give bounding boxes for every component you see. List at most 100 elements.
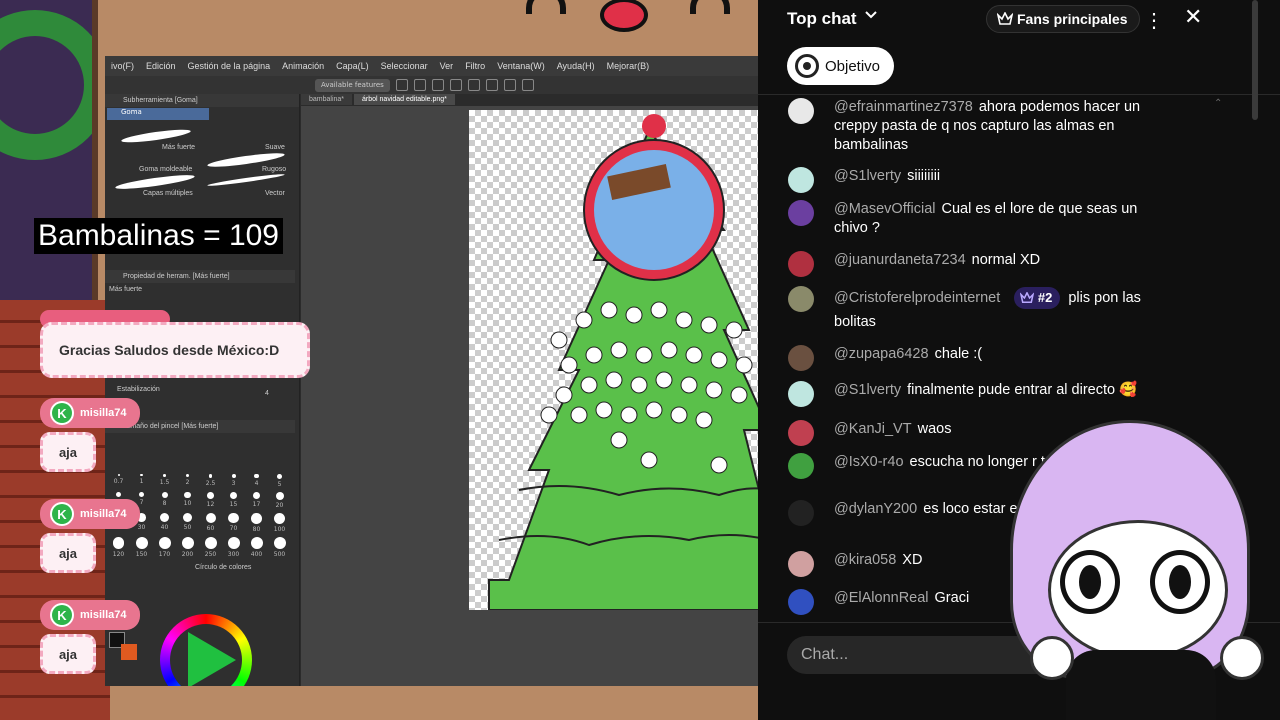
brush-size-value: 5 bbox=[277, 480, 282, 488]
menu-view[interactable]: Ver bbox=[440, 61, 454, 71]
avatar[interactable] bbox=[788, 345, 814, 371]
brush-size-option[interactable]: 20 bbox=[268, 491, 291, 509]
chat-author[interactable]: @MasevOfficial bbox=[834, 201, 935, 217]
brush-size-option[interactable]: 70 bbox=[222, 512, 245, 533]
redo-icon[interactable] bbox=[485, 79, 498, 91]
stabilization-label: Estabilización bbox=[117, 386, 160, 393]
avatar[interactable] bbox=[788, 286, 814, 312]
avatar[interactable] bbox=[788, 98, 814, 124]
brush-size-option[interactable]: 12 bbox=[199, 491, 222, 509]
brush-size-option[interactable]: 5 bbox=[268, 474, 291, 488]
menu-upgrade[interactable]: Mejorar(B) bbox=[607, 61, 650, 71]
objetivo-button[interactable]: Objetivo bbox=[787, 47, 895, 85]
brush-size-option[interactable]: 10 bbox=[176, 491, 199, 509]
brush-size-option[interactable]: 60 bbox=[199, 512, 222, 533]
brush-size-dot bbox=[138, 491, 145, 498]
chat-author[interactable]: @ElAlonnReal bbox=[834, 590, 929, 606]
avatar[interactable] bbox=[788, 251, 814, 277]
available-features-button[interactable]: Available features bbox=[315, 78, 390, 92]
avatar[interactable] bbox=[788, 167, 814, 193]
brush-size-option[interactable]: 80 bbox=[245, 512, 268, 533]
chat-author[interactable]: @zupapa6428 bbox=[834, 346, 929, 362]
open-icon[interactable] bbox=[431, 79, 444, 91]
scroll-up-icon[interactable]: ⌃ bbox=[1214, 98, 1222, 109]
stabilization-value[interactable]: 4 bbox=[265, 390, 269, 397]
menu-layer[interactable]: Capa(L) bbox=[336, 61, 369, 71]
fans-principales-button[interactable]: Fans principales bbox=[986, 5, 1141, 33]
brush-size-dot bbox=[163, 474, 166, 477]
menu-help[interactable]: Ayuda(H) bbox=[557, 61, 595, 71]
more-options-icon[interactable]: ⋮ bbox=[1144, 8, 1164, 33]
chat-mode-title[interactable]: Top chat bbox=[787, 9, 857, 29]
brush-size-dot bbox=[182, 512, 193, 523]
chat-author[interactable]: @S1lverty bbox=[834, 382, 901, 398]
chat-author[interactable]: @S1lverty bbox=[834, 168, 901, 184]
avatar[interactable] bbox=[788, 551, 814, 577]
chat-author[interactable]: @Cristoferelprodeinternet bbox=[834, 290, 1000, 306]
brush-rugoso[interactable]: Rugoso bbox=[262, 166, 286, 173]
subtool-group-eraser[interactable]: Goma bbox=[107, 108, 209, 120]
brush-goma-moldeable[interactable]: Goma moldeable bbox=[139, 166, 192, 173]
chevron-down-icon[interactable] bbox=[864, 8, 878, 25]
chat-author[interactable]: @juanurdaneta7234 bbox=[834, 252, 966, 268]
chat-author[interactable]: @kira058 bbox=[834, 552, 896, 568]
brush-size-option[interactable]: 2.5 bbox=[199, 474, 222, 488]
menu-icon[interactable] bbox=[395, 79, 408, 91]
color-wheel[interactable] bbox=[160, 614, 252, 686]
brush-size-option[interactable]: 40 bbox=[153, 512, 176, 533]
chat-author[interactable]: @KanJi_VT bbox=[834, 421, 912, 437]
chat-author[interactable]: @IsX0-r4o bbox=[834, 454, 904, 470]
brush-size-option[interactable]: 200 bbox=[176, 536, 199, 558]
avatar[interactable] bbox=[788, 200, 814, 226]
brush-size-option[interactable]: 500 bbox=[268, 536, 291, 558]
avatar[interactable] bbox=[788, 453, 814, 479]
brush-vector[interactable]: Vector bbox=[265, 190, 285, 197]
brush-size-option[interactable]: 3 bbox=[222, 474, 245, 488]
brush-size-dot bbox=[185, 474, 190, 478]
menu-select[interactable]: Seleccionar bbox=[381, 61, 428, 71]
header-divider bbox=[758, 94, 1280, 95]
brush-size-option[interactable]: 250 bbox=[199, 536, 222, 558]
tab-bambalina[interactable]: bambalina* bbox=[301, 94, 353, 105]
brush-suave[interactable]: Suave bbox=[265, 144, 285, 151]
chat-author[interactable]: @efrainmartinez7378 bbox=[834, 99, 973, 115]
brush-capas-multiples[interactable]: Capas múltiples bbox=[143, 190, 193, 197]
brush-size-option[interactable]: 8 bbox=[153, 491, 176, 509]
new-icon[interactable] bbox=[413, 79, 426, 91]
undo-icon[interactable] bbox=[467, 79, 480, 91]
brush-size-option[interactable]: 0.7 bbox=[107, 474, 130, 488]
clear-icon[interactable] bbox=[503, 79, 516, 91]
christmas-tree-drawing bbox=[488, 114, 758, 610]
close-icon[interactable]: ✕ bbox=[1184, 4, 1202, 30]
avatar[interactable] bbox=[788, 589, 814, 615]
brush-size-option[interactable]: 50 bbox=[176, 512, 199, 533]
chat-author[interactable]: @dylanY200 bbox=[834, 501, 917, 517]
transform-icon[interactable] bbox=[521, 79, 534, 91]
avatar[interactable] bbox=[788, 381, 814, 407]
drawing-canvas[interactable] bbox=[469, 110, 758, 610]
menu-edit[interactable]: Edición bbox=[146, 61, 176, 71]
avatar[interactable] bbox=[788, 420, 814, 446]
brush-size-option[interactable]: 4 bbox=[245, 474, 268, 488]
menu-page[interactable]: Gestión de la página bbox=[188, 61, 271, 71]
menu-filter[interactable]: Filtro bbox=[465, 61, 485, 71]
chat-scrollbar[interactable] bbox=[1252, 0, 1258, 120]
menu-animation[interactable]: Animación bbox=[282, 61, 324, 71]
brush-size-option[interactable]: 1.5 bbox=[153, 474, 176, 488]
brush-size-option[interactable]: 170 bbox=[153, 536, 176, 558]
brush-mas-fuerte[interactable]: Más fuerte bbox=[162, 144, 195, 151]
avatar[interactable] bbox=[788, 500, 814, 526]
brush-size-option[interactable]: 300 bbox=[222, 536, 245, 558]
brush-size-option[interactable]: 100 bbox=[268, 512, 291, 533]
tab-arbol-navidad[interactable]: árbol navidad editable.png* bbox=[354, 94, 455, 105]
brush-size-option[interactable]: 15 bbox=[222, 491, 245, 509]
menu-file[interactable]: ivo(F) bbox=[111, 61, 134, 71]
brush-size-option[interactable]: 1 bbox=[130, 474, 153, 488]
brush-size-option[interactable]: 2 bbox=[176, 474, 199, 488]
brush-size-option[interactable]: 17 bbox=[245, 491, 268, 509]
menu-window[interactable]: Ventana(W) bbox=[497, 61, 545, 71]
brush-size-option[interactable]: 400 bbox=[245, 536, 268, 558]
brush-size-dot bbox=[115, 491, 122, 497]
color-triangle[interactable] bbox=[188, 632, 236, 686]
save-icon[interactable] bbox=[449, 79, 462, 91]
